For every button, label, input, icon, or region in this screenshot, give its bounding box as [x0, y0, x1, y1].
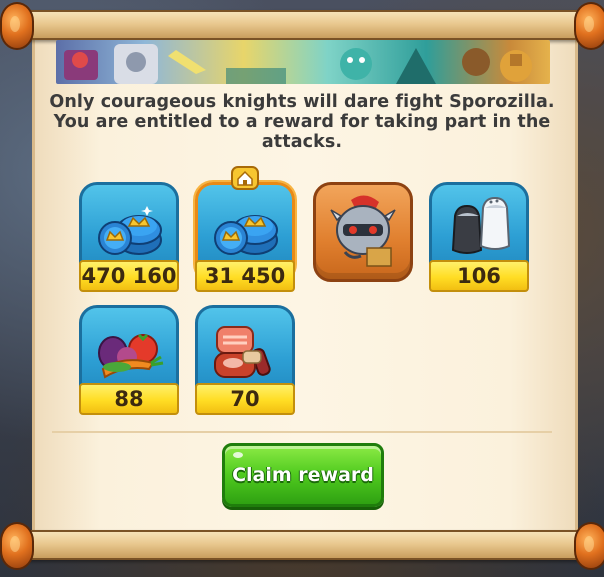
- reward-item-meat[interactable]: 70: [195, 305, 295, 417]
- meat-icon: [214, 326, 271, 378]
- reward-amount: 70: [195, 383, 295, 415]
- reward-message-line-2: You are entitled to a reward for taking …: [53, 112, 551, 132]
- reward-item-vegetables[interactable]: 88: [79, 305, 179, 417]
- reward-message-line-1: Only courageous knights will dare fight …: [49, 92, 555, 112]
- vegetables-icon: [98, 333, 164, 379]
- reward-amount: 106: [429, 260, 529, 292]
- scroll-knob-right-bottom: [574, 522, 604, 570]
- crown-coins-icon: [98, 206, 162, 255]
- reward-item-coins-bonus[interactable]: 31 450: [195, 166, 295, 294]
- battle-banner-image: [56, 40, 550, 84]
- scroll-knob-left-top: [0, 2, 34, 50]
- reward-amount: 88: [79, 383, 179, 415]
- reward-item-knight-helmet[interactable]: [313, 182, 413, 294]
- scroll-bottom-rod: [0, 522, 604, 570]
- salt-pepper-icon: [451, 196, 511, 254]
- scroll-top-rod: [0, 2, 604, 50]
- claim-reward-label: Claim reward: [232, 464, 374, 486]
- reward-amount: 31 450: [195, 260, 295, 292]
- crown-coins-icon: [214, 215, 278, 255]
- reward-amount: 470 160: [79, 260, 179, 292]
- section-divider: [52, 431, 552, 433]
- claim-reward-button[interactable]: Claim reward: [222, 443, 384, 507]
- reward-message-line-3: attacks.: [261, 132, 343, 152]
- reward-item-salt-pepper[interactable]: 106: [429, 182, 529, 294]
- reward-message: Only courageous knights will dare fight …: [40, 92, 564, 152]
- reward-item-coins[interactable]: 470 160: [79, 182, 179, 294]
- button-shine: [233, 452, 243, 458]
- scroll-knob-left-bottom: [0, 522, 34, 570]
- house-icon: [231, 166, 259, 190]
- knight-helmet-icon: [330, 195, 396, 267]
- scroll-knob-right-top: [574, 2, 604, 50]
